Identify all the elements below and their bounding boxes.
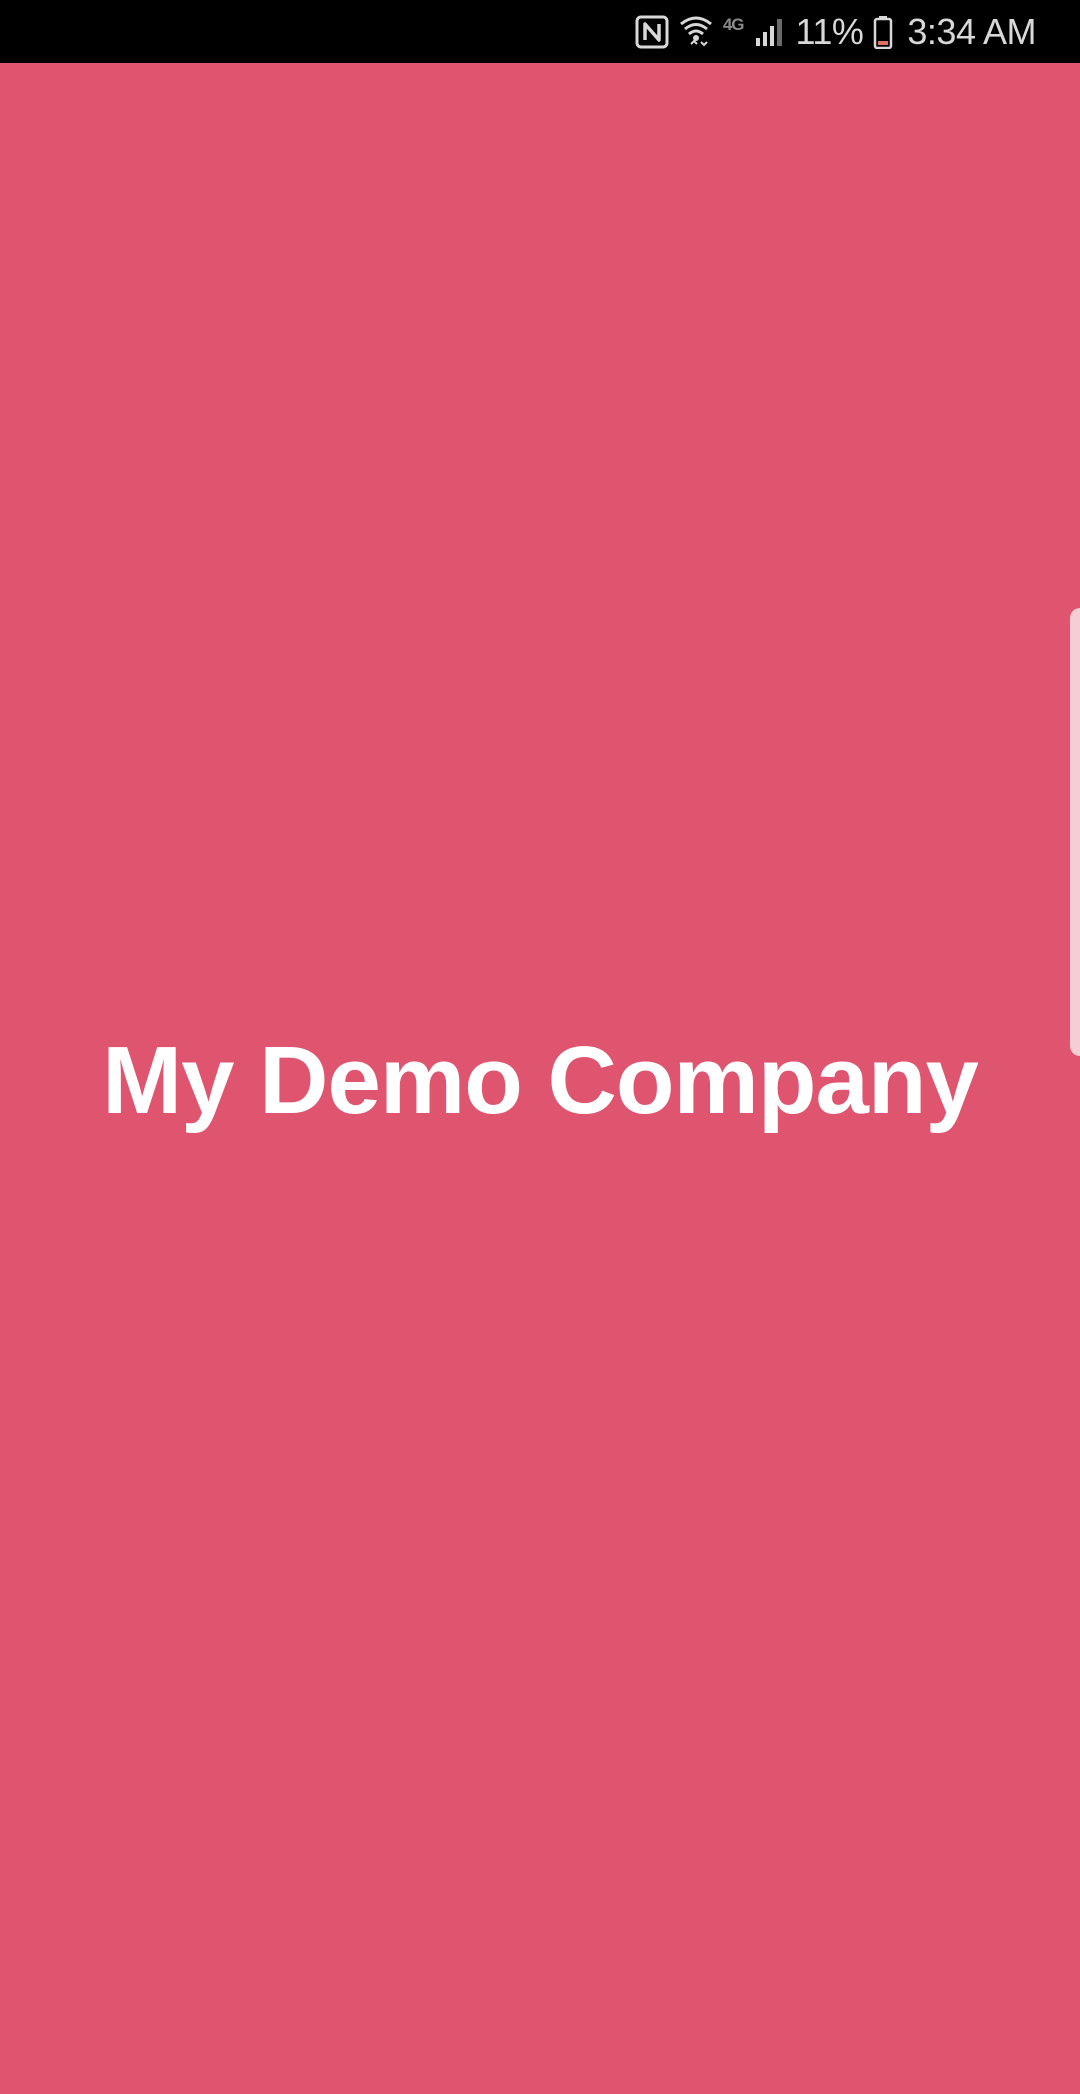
edge-panel-handle[interactable]	[1070, 608, 1080, 1056]
lte-icon: 4G	[722, 14, 745, 34]
nfc-icon	[635, 15, 669, 49]
battery-percent: 11%	[795, 10, 864, 52]
status-icons: 4G 11% 3:34 AM	[635, 0, 1036, 63]
company-name-title: My Demo Company	[102, 1027, 979, 1134]
signal-icon	[754, 16, 786, 48]
status-bar: 4G 11% 3:34 AM	[0, 0, 1080, 63]
clock: 3:34 AM	[907, 10, 1036, 52]
wifi-icon	[679, 14, 713, 50]
splash-screen: 4G 11% 3:34 AM My Demo Company	[0, 0, 1080, 2094]
battery-icon	[873, 15, 893, 49]
